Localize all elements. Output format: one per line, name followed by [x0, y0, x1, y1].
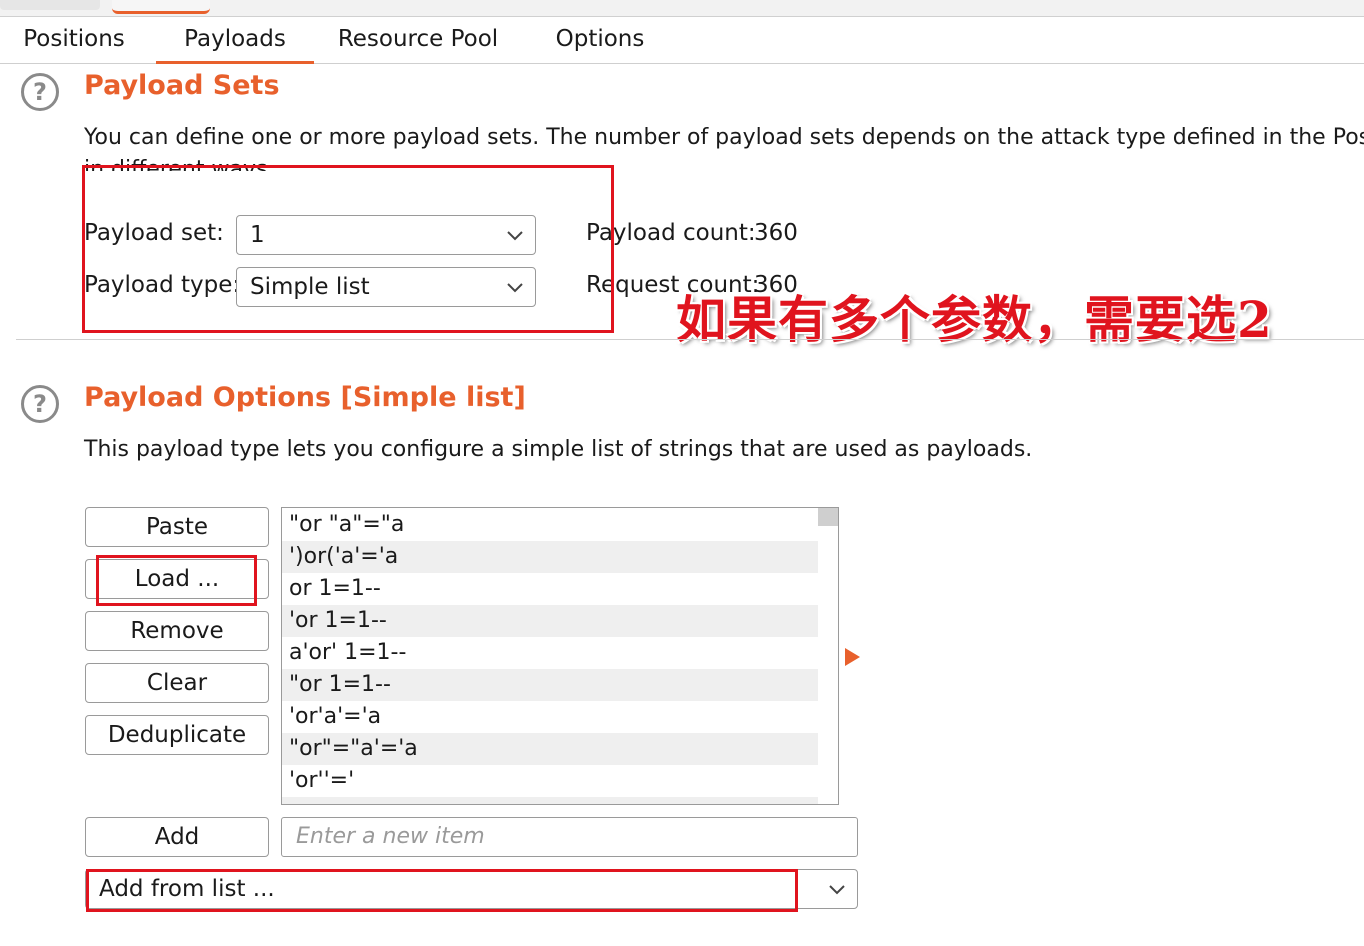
help-icon[interactable]: ? — [21, 73, 59, 111]
annotation-text: 如果有多个参数，需要选2 — [676, 290, 1273, 349]
remove-button[interactable]: Remove — [85, 611, 269, 651]
tab-options[interactable]: Options — [540, 17, 660, 61]
help-icon[interactable]: ? — [21, 385, 59, 423]
tab-positions[interactable]: Positions — [0, 17, 148, 61]
expand-arrow-icon[interactable] — [845, 648, 860, 666]
list-item[interactable]: "or"="a'='a — [282, 733, 818, 765]
list-item[interactable]: 'or 1=1-- — [282, 605, 818, 637]
highlight-box-add-from-list — [86, 869, 798, 912]
list-item[interactable]: 'or''=' — [282, 765, 818, 797]
list-item-partial — [282, 797, 818, 804]
list-scrollbar[interactable] — [818, 508, 838, 526]
list-item[interactable]: "or "a"="a — [282, 509, 818, 541]
chevron-down-icon — [829, 885, 845, 895]
new-item-input[interactable]: Enter a new item — [281, 817, 858, 857]
list-item[interactable]: or 1=1-- — [282, 573, 818, 605]
tab-payloads[interactable]: Payloads — [156, 17, 314, 64]
payload-sets-description: You can define one or more payload sets.… — [84, 125, 1364, 150]
top-tab-stub[interactable] — [0, 0, 100, 10]
highlight-box-load — [96, 555, 257, 606]
list-item[interactable]: a'or' 1=1-- — [282, 637, 818, 669]
list-item[interactable]: 'or'a'='a — [282, 701, 818, 733]
section-divider — [16, 339, 1364, 340]
payload-options-title: Payload Options [Simple list] — [84, 382, 526, 413]
payload-sets-title: Payload Sets — [84, 70, 280, 101]
payload-count-value: 360 — [754, 220, 798, 246]
top-tab-active[interactable] — [112, 0, 210, 14]
list-item[interactable]: "or 1=1-- — [282, 669, 818, 701]
deduplicate-button[interactable]: Deduplicate — [85, 715, 269, 755]
list-item[interactable]: ')or('a'='a — [282, 541, 818, 573]
highlight-box-payload-set — [82, 165, 614, 333]
paste-button[interactable]: Paste — [85, 507, 269, 547]
payload-list[interactable]: "or "a"="a ')or('a'='a or 1=1-- 'or 1=1-… — [281, 507, 839, 805]
tab-resource-pool[interactable]: Resource Pool — [328, 17, 508, 61]
add-button[interactable]: Add — [85, 817, 269, 857]
clear-button[interactable]: Clear — [85, 663, 269, 703]
tab-bar: Positions Payloads Resource Pool Options — [0, 17, 1364, 64]
payload-options-description: This payload type lets you configure a s… — [84, 437, 1033, 462]
